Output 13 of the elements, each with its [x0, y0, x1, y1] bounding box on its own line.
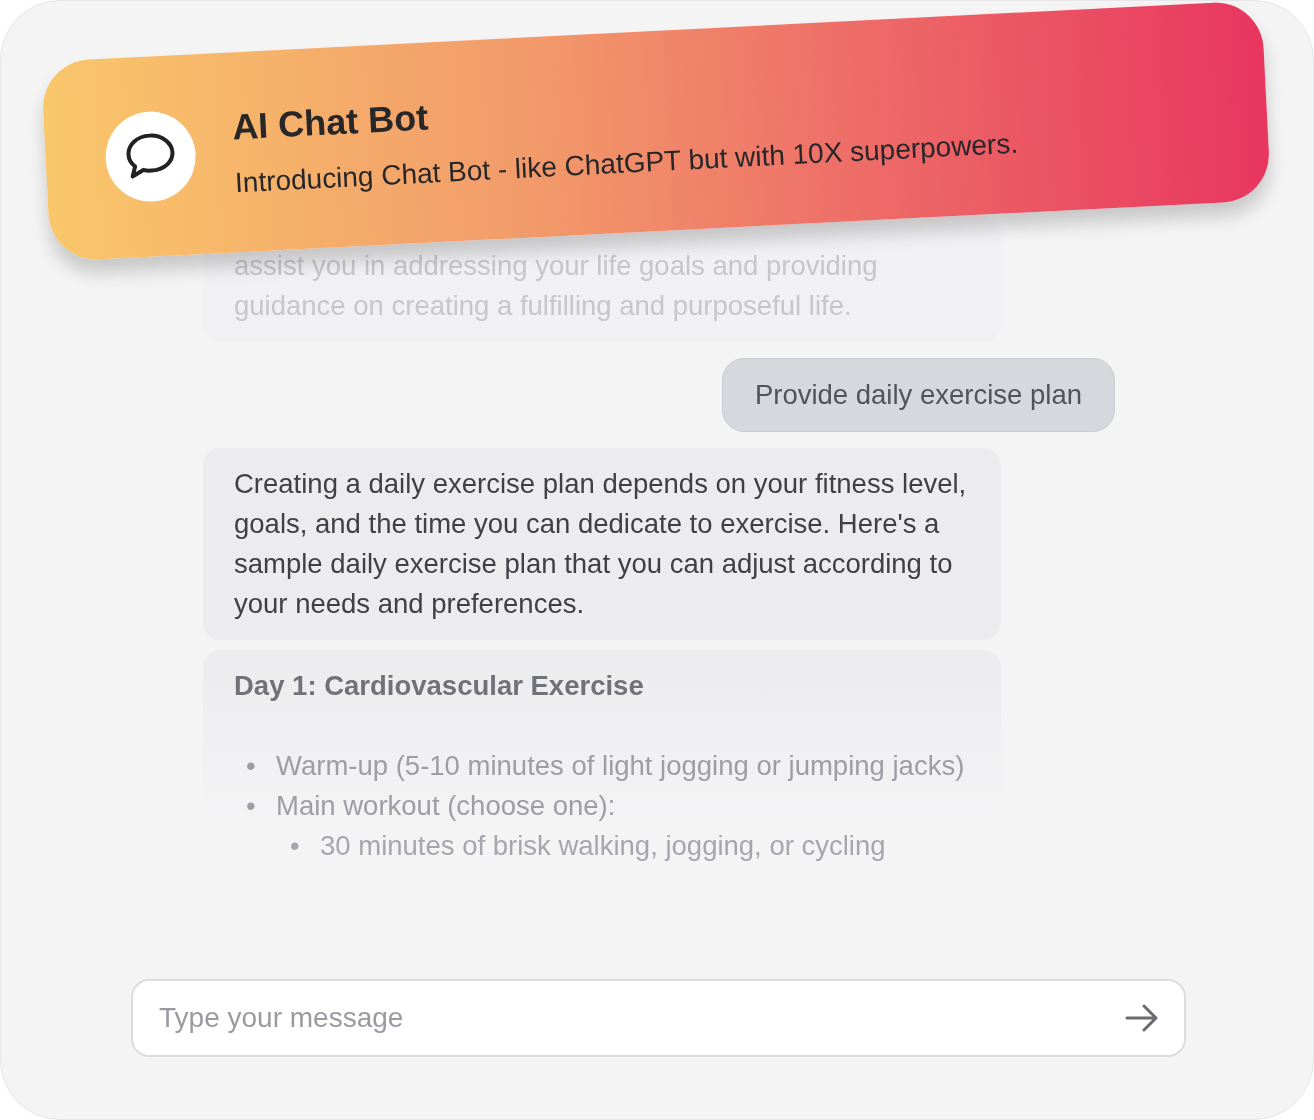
- bullet-marker: •: [246, 789, 257, 823]
- list-item-text: Warm-up (5-10 minutes of light jogging or jumping jacks): [276, 749, 966, 783]
- user-message: Provide daily exercise plan: [721, 358, 1115, 432]
- plan-heading: Day 1: Cardiovascular Exercise: [234, 669, 645, 703]
- message-input-field[interactable]: Type your message: [157, 996, 1124, 1040]
- send-button[interactable]: [1124, 1003, 1160, 1033]
- message-input-box[interactable]: Type your message: [131, 979, 1186, 1057]
- list-item-text: 30 minutes of brisk walking, jogging, or cycling: [320, 829, 887, 863]
- list-item-text: Main workout (choose one):: [276, 789, 617, 823]
- bullet-marker: •: [246, 749, 257, 783]
- bot-message: Creating a daily exercise plan depends on your fitness level, goals, and the time you can dedicate to exercise. Here's a sample daily exercise plan that you can adjust according to your needs and preferences.: [203, 448, 1001, 640]
- banner-title: AI Chat Bot: [230, 95, 430, 150]
- bullet-marker: •: [290, 829, 301, 863]
